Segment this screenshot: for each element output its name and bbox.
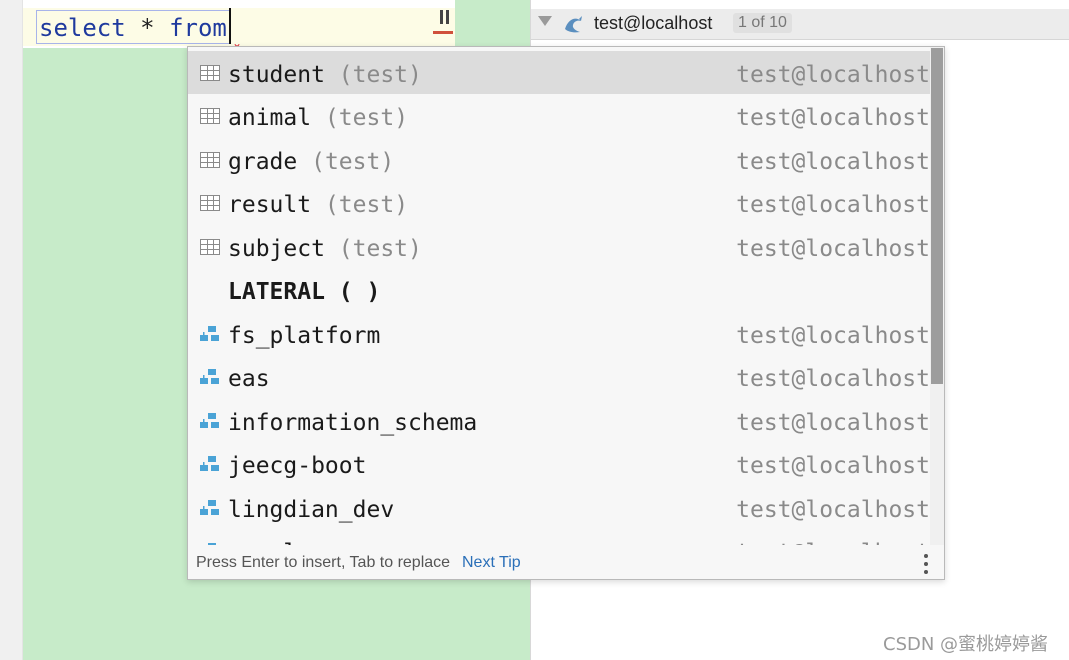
error-stripe-marker[interactable] [433,31,453,34]
table-icon [200,195,220,211]
completion-item-name: subject (test) [228,236,422,262]
schema-icon [200,413,219,428]
completion-item-name: information_schema [228,410,478,436]
completion-item-name: mysql [228,529,297,545]
completion-item-student[interactable]: student (test) test@localhost [188,51,930,94]
completion-item-name: result (test) [228,192,409,218]
completion-item-connection: test@localhost [736,410,930,436]
completion-item-name: eas [228,366,270,392]
completion-item-connection: test@localhost [736,192,930,218]
collapse-triangle-icon[interactable] [538,16,552,26]
connection-label[interactable]: test@localhost [594,13,712,34]
footer-hint-text: Press Enter to insert, Tab to replace [196,554,451,571]
table-icon [200,65,220,81]
text-caret [229,8,231,44]
table-icon [200,239,220,255]
completion-item-name: animal (test) [228,105,409,131]
completion-item-name: fs_platform [228,323,381,349]
completion-item-subject[interactable]: subject (test) test@localhost [188,225,930,268]
completion-item-connection: test@localhost [736,323,930,349]
keyword-select: select [39,14,126,42]
keyword-star: * [140,14,155,42]
more-options-icon[interactable] [924,554,928,574]
completion-item-name: jeecg-boot [228,453,367,479]
completion-list[interactable]: student (test) test@localhost animal (te… [188,47,930,545]
completion-item-connection: test@localhost [736,453,930,479]
completion-scrollbar-thumb[interactable] [931,48,943,384]
completion-item-eas[interactable]: eas test@localhost [188,355,930,398]
completion-popup: student (test) test@localhost animal (te… [187,46,945,580]
schema-icon [200,326,219,341]
watermark: CSDN @蜜桃婷婷酱 [883,634,1049,655]
schema-icon [200,369,219,384]
completion-item-fs-platform[interactable]: fs_platform test@localhost [188,312,930,355]
completion-item-lingdian-dev[interactable]: lingdian_dev test@localhost [188,486,930,529]
completion-item-name: grade (test) [228,149,395,175]
completion-item-grade[interactable]: grade (test) test@localhost [188,138,930,181]
completion-item-connection: test@localhost [736,105,930,131]
table-icon [200,108,220,124]
editor-highlight-region-top [455,0,530,48]
completion-item-connection: test@localhost [736,62,930,88]
completion-item-connection: test@localhost [736,529,930,545]
mysql-dolphin-icon [565,16,582,33]
completion-item-animal[interactable]: animal (test) test@localhost [188,94,930,137]
completion-item-name: lingdian_dev [228,497,395,523]
pause-icon[interactable] [438,10,452,26]
code-line[interactable]: select * from [36,10,230,44]
editor-gutter [0,0,23,660]
completion-item-connection: test@localhost [736,497,930,523]
keyword-from: from [169,14,227,42]
completion-item-connection: test@localhost [736,236,930,262]
result-count-badge: 1 of 10 [733,13,792,33]
table-icon [200,152,220,168]
completion-item-mysql[interactable]: mysql test@localhost [188,529,930,545]
completion-item-jeecg-boot[interactable]: jeecg-boot test@localhost [188,442,930,485]
next-tip-link[interactable]: Next Tip [462,554,521,572]
completion-item-name: student (test) [228,62,422,88]
completion-item-information-schema[interactable]: information_schema test@localhost [188,399,930,442]
completion-item-connection: test@localhost [736,149,930,175]
completion-item-name: LATERAL ( ) [228,279,381,305]
completion-item-result[interactable]: result (test) test@localhost [188,181,930,224]
completion-item-lateral[interactable]: LATERAL ( ) [188,268,930,311]
completion-footer: Press Enter to insert, Tab to replace Ne… [188,545,944,579]
schema-icon [200,500,219,515]
completion-item-connection: test@localhost [736,366,930,392]
schema-icon [200,456,219,471]
